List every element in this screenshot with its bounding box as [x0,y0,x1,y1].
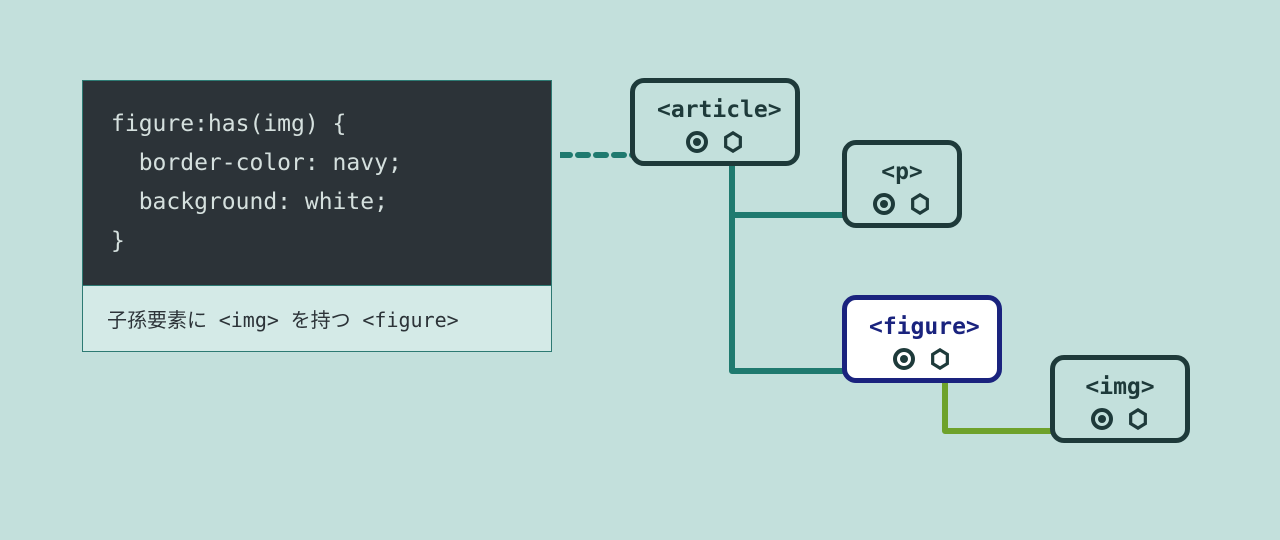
node-p: <p> [842,140,962,228]
port-in-icon [873,193,895,215]
port-out-icon [722,131,744,153]
node-figure-label: <figure> [869,314,975,340]
code-panel: figure:has(img) { border-color: navy; ba… [82,80,552,352]
code-line-4: } [111,228,125,254]
node-img-label: <img> [1077,374,1163,400]
port-out-icon [1127,408,1149,430]
code-line-2: border-color: navy; [111,150,402,176]
port-out-icon [929,348,951,370]
code-block: figure:has(img) { border-color: navy; ba… [83,81,551,285]
caption-prefix: 子孫要素に [107,308,219,332]
node-article-label: <article> [657,97,773,123]
caption-tag-figure: <figure> [362,308,458,332]
port-in-icon [893,348,915,370]
node-p-ports [869,193,935,215]
node-figure-ports [869,348,975,370]
node-img: <img> [1050,355,1190,443]
port-in-icon [1091,408,1113,430]
node-figure: <figure> [842,295,1002,383]
code-line-3: background: white; [111,189,388,215]
code-caption: 子孫要素に <img> を持つ <figure> [83,285,551,351]
dom-tree-diagram: <article> <p> <figure> <img> [560,60,1240,500]
node-article-ports [657,131,773,153]
port-out-icon [909,193,931,215]
node-p-label: <p> [869,159,935,185]
caption-mid: を持つ [279,308,362,332]
code-line-1: figure:has(img) { [111,111,346,137]
port-in-icon [686,131,708,153]
node-img-ports [1077,408,1163,430]
node-article: <article> [630,78,800,166]
caption-tag-img: <img> [219,308,279,332]
